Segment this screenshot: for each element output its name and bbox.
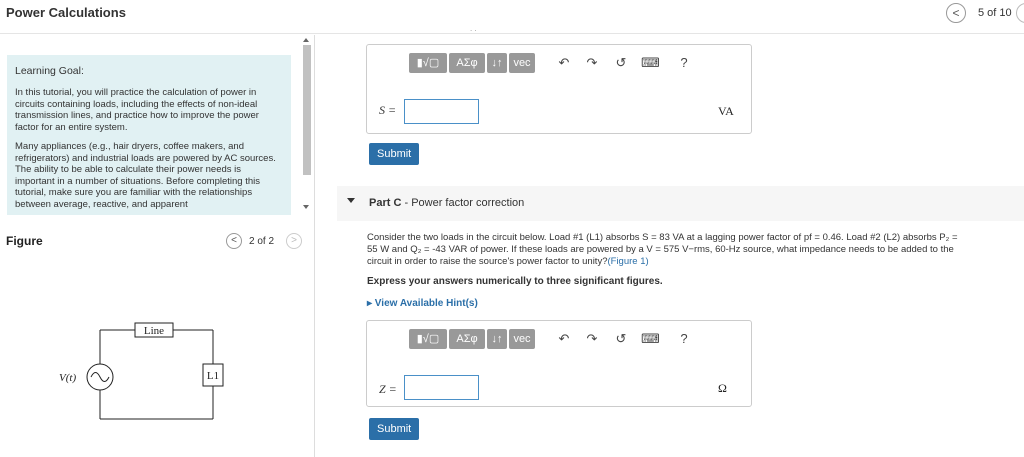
load-label: L1 [207,370,219,382]
figure-counter: 2 of 2 [249,236,275,247]
part-c-submit-button[interactable]: Submit [369,418,420,440]
part-c-title: Part C - Power factor correction [369,197,525,209]
subscript-button[interactable]: ↓↑ [487,53,507,73]
collapse-caret-icon[interactable] [347,198,355,203]
page-counter: 5 of 10 [978,7,1012,19]
templates-button[interactable]: ▮√▢ [409,53,447,73]
problem-statement: Consider the two loads in the circuit be… [367,232,1024,268]
greek-symbols-button[interactable]: ΑΣφ [449,329,485,349]
figure-prev-button[interactable]: < [226,233,242,249]
scroll-down-arrow-icon[interactable] [303,205,309,209]
keyboard-icon[interactable]: ⌨ [641,329,660,349]
help-icon[interactable]: ? [675,329,693,349]
reset-icon[interactable]: ↺ [612,329,630,349]
undo-icon[interactable]: ↶ [555,53,573,73]
z-variable-label: Z = [379,382,397,396]
answer-instruction: Express your answers numerically to thre… [367,276,663,287]
z-answer-input[interactable] [404,375,479,400]
greek-symbols-button[interactable]: ΑΣφ [449,53,485,73]
vector-button[interactable]: vec [509,53,535,73]
source-label: V(t) [59,372,76,384]
learning-goal-paragraph: In this tutorial, you will practice the … [15,87,259,133]
part-c-name: Part C [369,197,402,209]
divider-dots: . . [470,24,477,33]
redo-icon[interactable]: ↷ [583,329,601,349]
s-variable-label: S = [379,103,397,117]
reset-icon[interactable]: ↺ [612,53,630,73]
templates-button[interactable]: ▮√▢ [409,329,447,349]
part-c-subtitle: Power factor correction [411,197,525,209]
vector-button[interactable]: vec [509,329,535,349]
page-title: Power Calculations [6,5,126,20]
s-unit-label: VA [718,104,734,118]
next-page-button[interactable] [1016,3,1024,23]
subscript-button[interactable]: ↓↑ [487,329,507,349]
circuit-diagram: V(t) Line L1 [59,322,224,420]
scroll-thumb[interactable] [303,45,311,175]
part-c-answer-box: ▮√▢ ΑΣφ ↓↑ vec ↶ ↷ ↺ ⌨ ? Z = Ω [366,320,752,407]
part-b-submit-button[interactable]: Submit [369,143,420,165]
problem-line: circuit in order to raise the source's p… [367,256,608,267]
undo-icon[interactable]: ↶ [555,329,573,349]
s-answer-input[interactable] [404,99,479,124]
help-icon[interactable]: ? [675,53,693,73]
keyboard-icon[interactable]: ⌨ [641,53,660,73]
learning-goal-scrollbar[interactable] [300,35,313,215]
redo-icon[interactable]: ↷ [583,53,601,73]
part-c-header[interactable]: Part C - Power factor correction [337,186,1024,221]
figure-heading: Figure [6,234,43,248]
previous-page-button[interactable]: < [946,3,966,23]
scroll-up-arrow-icon[interactable] [303,38,309,42]
view-hints-link[interactable]: ▸ View Available Hint(s) [367,298,478,309]
left-panel: Learning Goal: In this tutorial, you wil… [0,35,315,457]
top-bar: Power Calculations < 5 of 10 [0,0,1024,34]
problem-line: Consider the two loads in the circuit be… [367,232,958,243]
problem-line-wrapper: circuit in order to raise the source's p… [367,256,1024,268]
learning-goal-panel: Learning Goal: In this tutorial, you wil… [7,55,291,215]
figure-next-button[interactable]: > [286,233,302,249]
line-label: Line [144,325,164,337]
figure-link[interactable]: (Figure 1) [607,256,648,267]
problem-line: 55 W and Q₂ = -43 VAR of power. If these… [367,244,954,255]
part-b-answer-box: ▮√▢ ΑΣφ ↓↑ vec ↶ ↷ ↺ ⌨ ? S = VA [366,44,752,134]
learning-goal-paragraph: Many appliances (e.g., hair dryers, coff… [15,141,276,210]
z-unit-label: Ω [718,381,727,395]
learning-goal-title: Learning Goal: [15,65,84,77]
